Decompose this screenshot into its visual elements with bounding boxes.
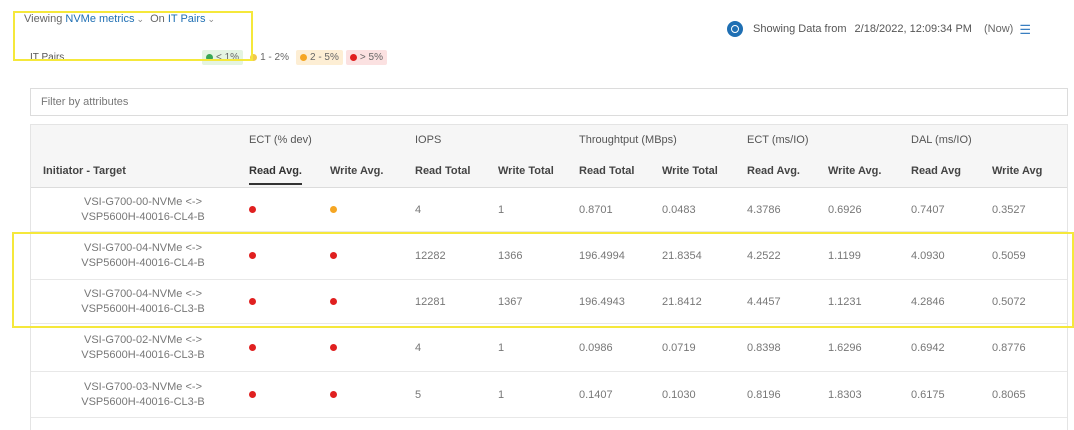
initiator-target-link[interactable]: VSI-G700-00-NVMe <-> VSP5600H-40016-CL4-B xyxy=(43,188,243,231)
group-ect-ms-header: ECT (ms/IO) xyxy=(747,133,809,146)
column-header-label: Initiator - Target xyxy=(43,164,126,177)
status-dot-icon xyxy=(249,206,256,213)
column-header[interactable]: Initiator - Target xyxy=(43,154,243,187)
table-row[interactable]: VSI-G700-02-NVMe <-> VSP5600H-40016-CL3-B… xyxy=(31,324,1067,372)
column-header-label: Write Avg. xyxy=(828,164,882,177)
metric-cell: 0.8398 xyxy=(747,341,781,354)
metric-cell: 5 xyxy=(415,388,422,401)
filter-settings-icon[interactable]: ☰ xyxy=(1019,23,1031,36)
column-header[interactable]: Read Total xyxy=(415,154,495,187)
now-label: (Now) xyxy=(983,23,1014,35)
target-name: VSP5600H-40016-CL3-B xyxy=(81,395,205,408)
metric-cell: 0.8701 xyxy=(579,203,613,216)
metric-cell: 0.8776 xyxy=(992,341,1026,354)
column-header-label: Read Avg. xyxy=(747,164,800,177)
ect-status-cell xyxy=(249,324,327,371)
status-dot-icon xyxy=(349,54,357,61)
metric-cell: 1 xyxy=(498,341,505,354)
legend-chip-label: 1 - 2% xyxy=(260,52,289,63)
metric-cell: 1.8303 xyxy=(828,388,862,401)
highlight-box xyxy=(13,11,253,61)
status-dot-icon xyxy=(330,206,337,213)
column-header[interactable]: Read Total xyxy=(579,154,659,187)
column-header[interactable]: Write Total xyxy=(662,154,744,187)
initiator-name: VSI-G700-02-NVMe <-> xyxy=(84,333,202,346)
status-dot-icon xyxy=(249,391,256,398)
column-header-label: Write Total xyxy=(498,164,554,177)
group-dal-header: DAL (ms/IO) xyxy=(911,133,972,146)
metric-cell: 4 xyxy=(415,341,422,354)
column-header-label: Write Total xyxy=(662,164,718,177)
status-dot-icon xyxy=(330,344,337,351)
status-dot-icon xyxy=(299,54,307,61)
showing-label: Showing Data from xyxy=(753,23,847,35)
table-row[interactable]: VSI-G700-00-NVMe <-> VSP5600H-40016-CL4-B… xyxy=(31,188,1067,232)
table-row[interactable]: VSI-G700-03-NVMe <-> VSP5600H-40016-CL3-B… xyxy=(31,372,1067,418)
metric-cell: 0.0719 xyxy=(662,341,696,354)
timestamp: 2/18/2022, 12:09:34 PM xyxy=(854,23,972,35)
ect-status-cell xyxy=(249,372,327,417)
metric-cell: 1.6296 xyxy=(828,341,862,354)
group-throughput-header: Throughtput (MBps) xyxy=(579,133,677,146)
clock-icon[interactable] xyxy=(727,21,743,37)
column-header[interactable]: Write Avg. xyxy=(828,154,908,187)
column-header-label: Write Avg xyxy=(992,164,1043,177)
column-header-label: Read Avg xyxy=(911,164,961,177)
metric-cell: 1 xyxy=(498,388,505,401)
initiator-name: VSI-G700-00-NVMe <-> xyxy=(84,195,202,208)
metric-cell: 0.8065 xyxy=(992,388,1026,401)
metric-cell: 0.0986 xyxy=(579,341,613,354)
metric-cell: 0.0483 xyxy=(662,203,696,216)
metric-cell: 0.8196 xyxy=(747,388,781,401)
status-dot-icon xyxy=(330,391,337,398)
metric-cell: 0.1030 xyxy=(662,388,696,401)
column-header[interactable]: Read Avg. xyxy=(249,154,327,187)
legend-chip-label: 2 - 5% xyxy=(309,52,339,63)
initiator-name: VSI-G700-03-NVMe <-> xyxy=(84,380,202,393)
metric-cell: 0.3527 xyxy=(992,203,1026,216)
ect-status-cell xyxy=(330,324,412,371)
column-header[interactable]: Write Avg. xyxy=(330,154,412,187)
column-header[interactable]: Read Avg xyxy=(911,154,989,187)
column-header[interactable]: Read Avg. xyxy=(747,154,825,187)
ect-status-cell xyxy=(330,188,412,231)
legend-chip-label: > 5% xyxy=(359,52,383,63)
column-header-label: Read Avg. xyxy=(249,165,302,185)
column-header-label: Write Avg. xyxy=(330,164,384,177)
group-ect-dev-header: ECT (% dev) xyxy=(249,133,312,146)
initiator-target-link[interactable]: VSI-G700-02-NVMe <-> VSP5600H-40016-CL3-B xyxy=(43,324,243,371)
metric-cell: 0.7407 xyxy=(911,203,945,216)
time-range-display: Showing Data from 2/18/2022, 12:09:34 PM… xyxy=(727,21,1031,37)
group-iops-header: IOPS xyxy=(415,133,442,146)
metric-cell: 0.6942 xyxy=(911,341,945,354)
column-header[interactable]: Write Avg xyxy=(992,154,1067,187)
initiator-target-link[interactable]: VSI-G700-03-NVMe <-> VSP5600H-40016-CL3-B xyxy=(43,372,243,417)
column-header-label: Read Total xyxy=(579,164,635,177)
legend-chip[interactable]: > 5% xyxy=(345,50,387,65)
metric-cell: 4 xyxy=(415,203,422,216)
metric-cell: 0.6175 xyxy=(911,388,945,401)
metric-cell: 1 xyxy=(498,203,505,216)
metric-cell: 4.3786 xyxy=(747,203,781,216)
status-dot-icon xyxy=(249,344,256,351)
column-header[interactable]: Write Total xyxy=(498,154,576,187)
metric-cell: 0.1407 xyxy=(579,388,613,401)
group-header-row: ECT (% dev) IOPS Throughtput (MBps) ECT (ms… xyxy=(31,124,1067,154)
highlight-box xyxy=(12,232,1074,328)
ect-status-cell xyxy=(330,372,412,417)
ect-status-cell xyxy=(249,188,327,231)
target-name: VSP5600H-40016-CL4-B xyxy=(81,210,205,223)
filter-input[interactable]: Filter by attributes xyxy=(30,88,1068,116)
column-header-row: Initiator - Target Read Avg. Write Avg. Rea… xyxy=(31,154,1067,188)
metric-cell: 0.6926 xyxy=(828,203,862,216)
column-header-label: Read Total xyxy=(415,164,471,177)
legend-chip[interactable]: 2 - 5% xyxy=(295,50,343,65)
legend-chip[interactable]: 1 - 2% xyxy=(246,50,293,65)
target-name: VSP5600H-40016-CL3-B xyxy=(81,348,205,361)
